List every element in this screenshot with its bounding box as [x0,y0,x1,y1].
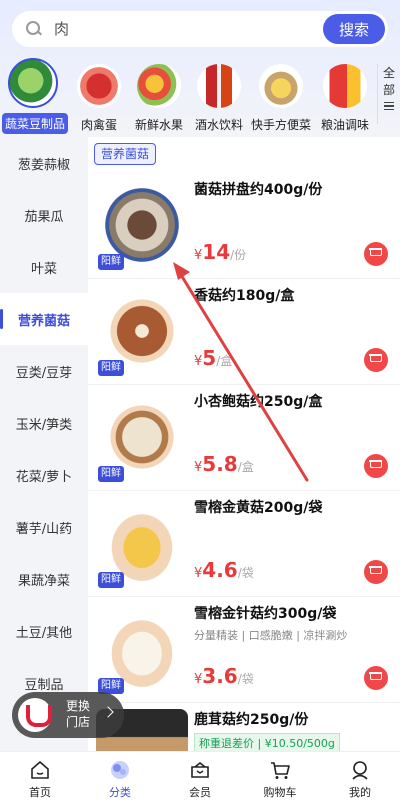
product-price: ¥14/份 [194,240,247,264]
product-name: 香菇约180g/盒 [194,288,295,304]
top-category-label: 酒水饮料 [194,118,243,132]
product-tag: 阳鲜 [98,572,124,588]
add-to-cart-button[interactable] [364,348,388,372]
chevron-right-icon [102,706,114,718]
product-price: ¥3.6/袋 [194,664,254,688]
search-bar[interactable]: 搜索 [12,11,388,47]
product-price: ¥5/盒 [194,346,233,370]
meat-icon [77,64,121,108]
home-icon [31,761,49,779]
add-to-cart-button[interactable] [364,666,388,690]
product-card[interactable]: 阳鲜 小杏鲍菇约250g/盒 ¥5.8/盒 [88,385,400,491]
vegetable-icon [8,58,58,108]
all-categories-label-1: 全 [382,66,395,80]
weight-refund-badge: 称重退差价 | ¥10.50/500g [194,733,340,751]
tab-profile[interactable]: 我的 [320,752,400,801]
product-name: 雪榕金黄菇200g/袋 [194,500,323,516]
top-category-label: 新鲜水果 [134,118,183,132]
subcategory-chip[interactable]: 营养菌菇 [94,143,157,165]
sidebar-item[interactable]: 土豆/其他 [0,605,88,657]
product-card[interactable]: 阳鲜 香菇约180g/盒 ¥5/盒 [88,279,400,385]
switch-store-label: 更换 门店 [66,699,91,729]
add-to-cart-button[interactable] [364,560,388,584]
product-price: ¥5.8/盒 [194,452,254,476]
tab-category[interactable]: 分类 [80,752,160,801]
top-category-grain-oil[interactable]: 粮油调味 [314,56,376,133]
sidebar-item[interactable]: 叶菜 [0,241,88,293]
search-button[interactable]: 搜索 [323,14,385,44]
top-category-label: 快手方便菜 [250,118,311,132]
top-category-label: 粮油调味 [320,118,369,132]
top-category-vegetables[interactable]: 蔬菜豆制品 [2,56,69,134]
product-tag: 阳鲜 [98,466,124,482]
product-card[interactable]: 阳鲜 雪榕金黄菇200g/袋 ¥4.6/袋 [88,491,400,597]
product-price: ¥4.6/袋 [194,558,254,582]
product-card[interactable]: 阳鲜 雪榕金针菇约300g/袋 分量精装 | 口感脆嫩 | 凉拌涮炒 ¥3.6/… [88,597,400,703]
product-tag: 阳鲜 [98,360,124,376]
sidebar-item[interactable]: 果蔬净菜 [0,553,88,605]
search-input[interactable] [54,20,304,38]
profile-icon [352,761,368,780]
header: 搜索 蔬菜豆制品 肉禽蛋 新鲜水果 酒水饮料 快手方便菜 粮油调味 全 部 [0,0,400,142]
product-name: 鹿茸菇约250g/份 [194,712,309,728]
fruit-icon [137,64,181,108]
product-tag: 阳鲜 [98,254,124,270]
add-to-cart-button[interactable] [364,454,388,478]
tab-member[interactable]: 会员 [160,752,240,801]
sidebar-item[interactable]: 豆类/豆芽 [0,345,88,397]
top-category-ready-meal[interactable]: 快手方便菜 [250,56,312,133]
top-category-fruit[interactable]: 新鲜水果 [128,56,190,133]
sidebar-item-active[interactable]: 营养菌菇 [0,293,88,345]
top-category-label: 蔬菜豆制品 [2,113,69,134]
sidebar: 葱姜蒜椒 茄果瓜 叶菜 营养菌菇 豆类/豆芽 玉米/笋类 花菜/萝卜 薯芋/山药… [0,137,88,751]
product-list: 营养菌菇 阳鲜 菌菇拼盘约400g/份 ¥14/份 阳鲜 香菇约180g/盒 ¥… [88,137,400,751]
top-category-drinks[interactable]: 酒水饮料 [188,56,250,133]
add-to-cart-button[interactable] [364,242,388,266]
sidebar-item[interactable]: 花菜/萝卜 [0,449,88,501]
search-icon [26,21,42,37]
sidebar-item[interactable]: 玉米/笋类 [0,397,88,449]
cart-icon [271,762,290,779]
product-card[interactable]: 阳鲜 菌菇拼盘约400g/份 ¥14/份 [88,173,400,279]
top-category-bar: 蔬菜豆制品 肉禽蛋 新鲜水果 酒水饮料 快手方便菜 粮油调味 [0,56,400,136]
product-card[interactable]: 鹿茸菇约250g/份 称重退差价 | ¥10.50/500g [88,703,400,751]
sidebar-item[interactable]: 葱姜蒜椒 [0,137,88,189]
sidebar-item[interactable]: 茄果瓜 [0,189,88,241]
product-name: 小杏鲍菇约250g/盒 [194,394,323,410]
all-categories-button[interactable]: 全 部 [377,64,400,124]
tab-cart[interactable]: 购物车 [240,752,320,801]
store-logo-icon [18,698,52,732]
product-name: 雪榕金针菇约300g/袋 [194,606,337,622]
drinks-icon [197,64,241,108]
switch-store-button[interactable]: 更换 门店 [12,692,124,738]
top-category-meat[interactable]: 肉禽蛋 [68,56,130,133]
tab-home[interactable]: 首页 [0,752,80,801]
grain-oil-icon [323,64,367,108]
member-icon [191,761,209,778]
product-name: 菌菇拼盘约400g/份 [194,182,323,198]
ready-meal-icon [259,64,303,108]
category-icon [111,761,129,779]
bottom-tabbar: 首页 分类 会员 购物车 我的 [0,751,400,801]
menu-icon [384,102,394,110]
top-category-label: 肉禽蛋 [80,118,117,132]
all-categories-label-2: 部 [382,83,395,97]
product-description: 分量精装 | 口感脆嫩 | 凉拌涮炒 [194,629,348,642]
sidebar-item[interactable]: 薯芋/山药 [0,501,88,553]
